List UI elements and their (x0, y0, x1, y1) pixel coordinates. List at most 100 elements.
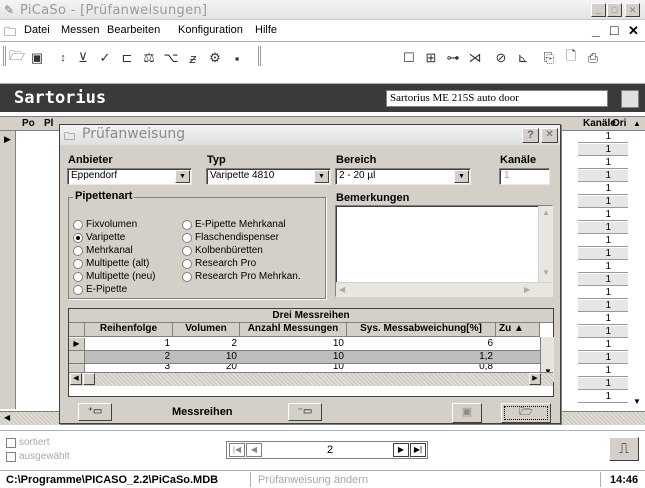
ausgewaehlt-checkbox[interactable]: ausgewählt (6, 451, 70, 462)
col-anzahl-messungen[interactable]: Anzahl Messungen (240, 323, 347, 337)
messreihen-hscroll[interactable]: ◀ ▶ (69, 372, 553, 386)
check-icon[interactable]: ✓ (96, 49, 114, 67)
scroll-left-arrow-icon[interactable]: ◀ (70, 373, 82, 385)
anbieter-select[interactable]: Eppendorf ▼ (67, 168, 192, 185)
scroll-up-arrow-icon[interactable]: ▲ (542, 208, 550, 217)
menu-hilfe[interactable]: Hilfe (255, 24, 277, 36)
bemerkungen-hscroll[interactable]: ◀ ▶ (336, 282, 552, 296)
table-row[interactable]: 2 10 10 1,2 (69, 351, 540, 364)
close-button[interactable]: ✕ (625, 3, 640, 17)
radio-research-pro-mehrkanal[interactable]: Research Pro Mehrkan. (182, 271, 301, 282)
help-button[interactable]: ? (522, 128, 539, 143)
tree-icon[interactable]: ⊶ (444, 49, 462, 67)
row-selector[interactable]: ▶ (69, 338, 85, 350)
edit-icon[interactable]: ⊘ (492, 49, 510, 67)
scroll-down-arrow-icon[interactable]: ▼ (542, 268, 550, 277)
prev-record-button[interactable]: ◀ (246, 443, 262, 457)
page-number[interactable]: 2 (327, 444, 333, 456)
cancel-icon[interactable]: ⋊ (466, 49, 484, 67)
chevron-down-icon[interactable]: ▼ (175, 170, 190, 183)
radio-e-pipette-mehrkanal[interactable]: E-Pipette Mehrkanal (182, 219, 286, 230)
cell-anzahl[interactable]: 10 (240, 364, 347, 372)
cell-messabweichung[interactable]: 6 (347, 338, 496, 350)
sort-icon[interactable]: ↕ (54, 49, 72, 67)
pulse-button[interactable]: ⎍ (609, 437, 639, 461)
cell-reihenfolge[interactable]: 3 (85, 364, 173, 372)
pipette-icon[interactable]: ⌥ (162, 49, 180, 67)
kanaele-input[interactable]: 1 (499, 168, 550, 185)
maximize-button[interactable]: □ (607, 3, 622, 17)
radio-flaschendispenser[interactable]: Flaschendispenser (182, 232, 279, 243)
radio-e-pipette[interactable]: E-Pipette (73, 284, 127, 295)
mdi-close-button[interactable]: ✕ (628, 23, 639, 39)
menu-messen[interactable]: Messen (61, 24, 100, 36)
cell-reihenfolge[interactable]: 2 (85, 351, 173, 363)
radio-kolbenbueretten[interactable]: Kolbenbüretten (182, 245, 263, 256)
dialog-close-button[interactable]: ✕ (541, 128, 558, 143)
save-dialog-button[interactable]: ▣ (452, 403, 482, 423)
bemerkungen-textarea[interactable]: ▲ ▼ ◀ ▶ (335, 205, 553, 297)
radio-mehrkanal[interactable]: Mehrkanal (73, 245, 133, 256)
radio-research-pro[interactable]: Research Pro (182, 258, 256, 269)
chevron-down-icon[interactable]: ▼ (314, 170, 329, 183)
cell-volumen[interactable]: 20 (173, 364, 240, 372)
filter-icon[interactable]: ⊻ (74, 49, 92, 67)
menu-datei[interactable]: Datei (24, 24, 50, 36)
bereich-select[interactable]: 2 - 20 µl ▼ (335, 168, 471, 185)
cell-volumen[interactable]: 2 (173, 338, 240, 350)
print-icon[interactable]: ⎙ (584, 49, 602, 67)
mdi-minimize-button[interactable]: _ (592, 22, 600, 38)
exit-dialog-button[interactable]: 🗁 (501, 403, 551, 423)
open-icon[interactable]: 🗁 (8, 48, 26, 67)
cell-messabweichung[interactable]: 1,2 (347, 351, 496, 363)
col-sys-messabweichung[interactable]: Sys. Messabweichung[%] (347, 323, 496, 337)
last-record-button[interactable]: ▶| (410, 443, 426, 457)
z-icon[interactable]: ƶ (184, 49, 202, 67)
radio-fixvolumen[interactable]: Fixvolumen (73, 219, 137, 230)
cell-messabweichung[interactable]: 0,8 (347, 364, 496, 372)
save-icon[interactable]: ▣ (28, 49, 46, 67)
radio-multipette-neu[interactable]: Multipette (neu) (73, 271, 155, 282)
balance-select[interactable]: Sartorius ME 215S auto door (386, 90, 608, 107)
cell-reihenfolge[interactable]: 1 (85, 338, 173, 350)
minimize-button[interactable]: _ (591, 3, 606, 17)
scroll-thumb[interactable] (83, 373, 95, 385)
row-selector[interactable] (69, 364, 85, 372)
bemerkungen-vscroll[interactable]: ▲ ▼ (538, 206, 552, 282)
sortiert-checkbox[interactable]: sortiert (6, 437, 50, 448)
scroll-left-arrow-icon[interactable]: ◀ (4, 413, 10, 422)
cell-anzahl[interactable]: 10 (240, 351, 347, 363)
table-row[interactable]: 3 20 10 0,8 (69, 364, 540, 372)
chevron-down-icon[interactable]: ▼ (454, 170, 469, 183)
single-icon[interactable]: ☐ (400, 49, 418, 67)
col-volumen[interactable]: Volumen (173, 323, 240, 337)
cell-volumen[interactable]: 10 (173, 351, 240, 363)
next-record-button[interactable]: ▶ (393, 443, 409, 457)
col-zu[interactable]: Zu ▲ (496, 323, 540, 337)
scroll-up-arrow-icon[interactable]: ▲ (633, 119, 641, 128)
radio-varipette[interactable]: Varipette (73, 232, 125, 243)
add-messreihe-button[interactable]: ⁺▭ (78, 403, 112, 421)
scale-icon[interactable]: ⚖ (140, 49, 158, 67)
multi-icon[interactable]: ⊞ (422, 49, 440, 67)
scroll-down-arrow-icon[interactable]: ▼ (633, 397, 641, 406)
bg-vertical-scrollbar[interactable] (628, 131, 645, 409)
scroll-left-arrow-icon[interactable]: ◀ (339, 285, 345, 294)
globe-icon[interactable]: ⚙ (206, 49, 224, 67)
typ-select[interactable]: Varipette 4810 ▼ (206, 168, 331, 185)
table-row[interactable]: ▶ 1 2 10 6 (69, 338, 540, 351)
radio-multipette-alt[interactable]: Multipette (alt) (73, 258, 149, 269)
copy-icon[interactable]: ⎘ (540, 49, 558, 67)
scroll-right-arrow-icon[interactable]: ▶ (524, 285, 530, 294)
menu-bearbeiten[interactable]: Bearbeiten (107, 24, 160, 36)
row-selector[interactable] (69, 351, 85, 363)
balance-icon[interactable]: ⊏ (118, 49, 136, 67)
cell-anzahl[interactable]: 10 (240, 338, 347, 350)
remove-messreihe-button[interactable]: ⁻▭ (288, 403, 322, 421)
scroll-right-arrow-icon[interactable]: ▶ (529, 373, 541, 385)
calc-icon[interactable]: ▪ (228, 49, 246, 67)
mdi-restore-button[interactable]: □ (610, 22, 618, 38)
col-reihenfolge[interactable]: Reihenfolge (85, 323, 173, 337)
graph-icon[interactable]: ⊾ (514, 49, 532, 67)
menu-konfiguration[interactable]: Konfiguration (178, 24, 243, 36)
